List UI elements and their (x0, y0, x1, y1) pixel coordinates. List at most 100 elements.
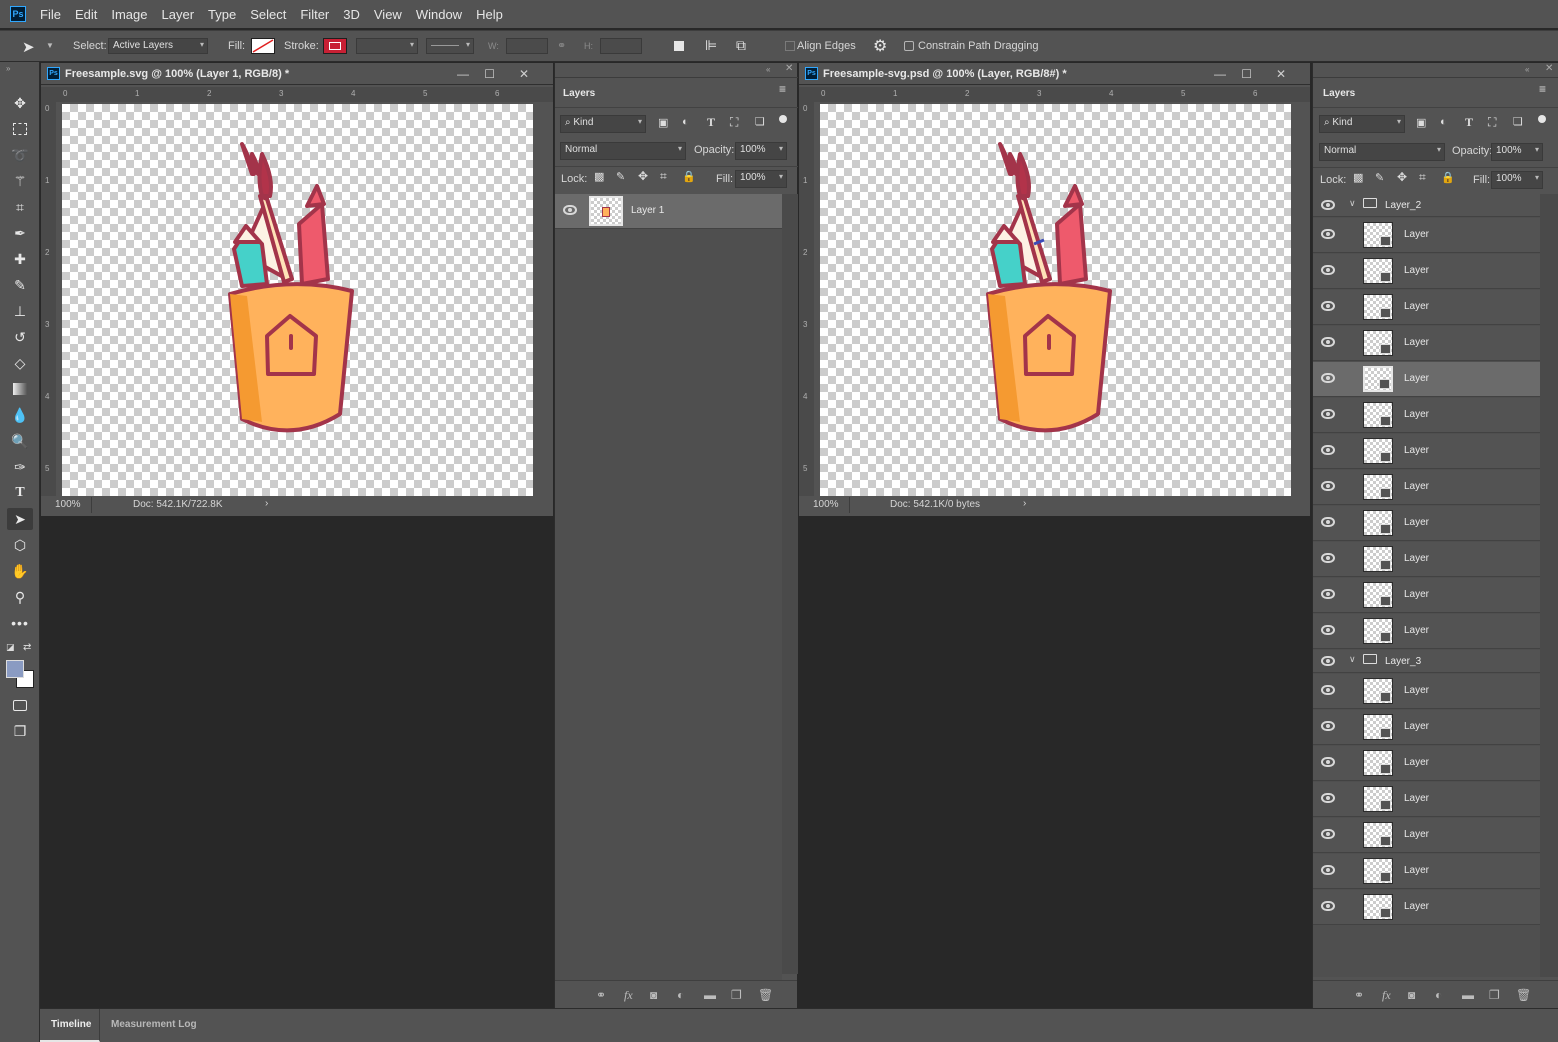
link-layers-icon[interactable]: ⚭ (1354, 988, 1364, 1002)
lasso-tool-icon[interactable]: ➰ (7, 144, 33, 166)
visibility-eye-icon[interactable] (563, 205, 577, 217)
delete-layer-icon[interactable]: 🗑 (1516, 988, 1531, 1002)
opacity-field[interactable]: 100% ▾ (1491, 143, 1543, 161)
visibility-eye-icon[interactable] (1321, 656, 1335, 668)
chevron-down-icon[interactable]: ∨ (1349, 654, 1356, 665)
add-mask-icon[interactable]: ◙ (1408, 988, 1415, 1002)
swap-colors-icon[interactable]: ⇄ (23, 642, 31, 653)
lock-pixels-icon[interactable]: ✎ (1375, 171, 1384, 184)
close-icon[interactable]: ✕ (1276, 67, 1286, 81)
blur-tool-icon[interactable]: 💧 (7, 404, 33, 426)
collapse-panel-icon[interactable]: « (1525, 65, 1529, 74)
new-layer-icon[interactable]: ❐ (731, 988, 742, 1002)
tab-layers[interactable]: Layers (1315, 81, 1364, 107)
pixel-filter-icon[interactable]: ▣ (1416, 116, 1426, 129)
visibility-eye-icon[interactable] (1321, 721, 1335, 733)
document-tab-2[interactable]: Ps Freesample-svg.psd @ 100% (Layer, RGB… (799, 63, 1310, 85)
menu-layer[interactable]: Layer (162, 7, 195, 22)
eraser-tool-icon[interactable]: ◇ (7, 352, 33, 374)
stroke-width-field[interactable]: ▾ (356, 38, 418, 54)
visibility-eye-icon[interactable] (1321, 589, 1335, 601)
visibility-eye-icon[interactable] (1321, 901, 1335, 913)
stroke-swatch[interactable] (323, 38, 347, 54)
path-selection-tool-icon[interactable]: ➤ (7, 508, 33, 530)
adjustment-filter-icon[interactable]: ◐ (682, 116, 689, 128)
layer-row[interactable]: Layer (1313, 782, 1540, 817)
layer-row[interactable]: Layer 1 (555, 194, 782, 229)
visibility-eye-icon[interactable] (1321, 553, 1335, 565)
visibility-eye-icon[interactable] (1321, 481, 1335, 493)
collapse-panel-icon[interactable]: » (6, 64, 10, 73)
lock-all-icon[interactable]: 🔒 (1441, 171, 1455, 184)
layer-row[interactable]: Layer (1313, 710, 1540, 745)
layer-group-row[interactable]: ∨ Layer_2 (1313, 194, 1540, 217)
menu-help[interactable]: Help (476, 7, 503, 22)
lock-position-icon[interactable]: ✥ (1397, 170, 1407, 184)
gradient-tool-icon[interactable] (7, 378, 33, 400)
quick-mask-icon[interactable] (7, 694, 33, 716)
height-field[interactable] (600, 38, 642, 54)
gear-icon[interactable]: ⚙ (873, 36, 887, 56)
magic-wand-tool-icon[interactable]: ⚚ (7, 170, 33, 192)
adjustment-layer-icon[interactable]: ◐ (1435, 988, 1442, 1002)
link-layers-icon[interactable]: ⚭ (596, 988, 606, 1002)
visibility-eye-icon[interactable] (1321, 409, 1335, 421)
delete-layer-icon[interactable]: 🗑 (758, 988, 773, 1002)
adjustment-filter-icon[interactable]: ◐ (1440, 116, 1447, 128)
type-filter-icon[interactable]: T (707, 115, 715, 130)
filter-toggle-icon[interactable] (1538, 115, 1546, 123)
add-mask-icon[interactable]: ◙ (650, 988, 657, 1002)
minimize-icon[interactable]: — (1214, 67, 1226, 81)
lock-transparent-icon[interactable]: ▩ (594, 170, 604, 183)
visibility-eye-icon[interactable] (1321, 829, 1335, 841)
new-group-icon[interactable]: ▬ (1462, 988, 1474, 1002)
path-operations-icon[interactable] (674, 41, 684, 51)
lock-all-icon[interactable]: 🔒 (682, 170, 696, 183)
filter-kind-dropdown[interactable]: ⌕ Kind ▾ (560, 115, 646, 133)
visibility-eye-icon[interactable] (1321, 625, 1335, 637)
type-filter-icon[interactable]: T (1465, 115, 1473, 130)
zoom-tool-icon[interactable]: ⚲ (7, 586, 33, 608)
smart-object-filter-icon[interactable]: ❏ (755, 115, 765, 128)
chevron-right-icon[interactable]: › (1023, 498, 1026, 509)
width-field[interactable] (506, 38, 548, 54)
menu-image[interactable]: Image (111, 7, 147, 22)
clone-stamp-tool-icon[interactable]: ⊥ (7, 300, 33, 322)
history-brush-tool-icon[interactable]: ↺ (7, 326, 33, 348)
menu-select[interactable]: Select (250, 7, 286, 22)
tool-preset-chevron-icon[interactable]: ▼ (46, 41, 54, 50)
select-dropdown[interactable]: Active Layers ▾ (108, 38, 208, 54)
opacity-field[interactable]: 100% ▾ (735, 142, 787, 160)
type-tool-icon[interactable]: T (7, 482, 33, 504)
new-layer-icon[interactable]: ❐ (1489, 988, 1500, 1002)
maximize-icon[interactable]: ☐ (1241, 67, 1252, 81)
shape-filter-icon[interactable]: ⛶ (1488, 115, 1496, 130)
canvas[interactable] (62, 104, 533, 496)
shape-tool-icon[interactable]: ⬡ (7, 534, 33, 556)
default-colors-icon[interactable]: ◪ (6, 642, 15, 653)
close-icon[interactable]: ✕ (519, 67, 529, 81)
zoom-level[interactable]: 100% (813, 499, 839, 510)
menu-file[interactable]: File (40, 7, 61, 22)
constrain-path-checkbox[interactable] (904, 41, 914, 51)
marquee-tool-icon[interactable] (7, 118, 33, 140)
menu-window[interactable]: Window (416, 7, 462, 22)
layer-row[interactable]: Layer (1313, 746, 1540, 781)
path-selection-tool-icon[interactable]: ➤ (22, 38, 35, 56)
visibility-eye-icon[interactable] (1321, 793, 1335, 805)
filter-toggle-icon[interactable] (779, 115, 787, 123)
layer-row[interactable]: Layer (1313, 578, 1540, 613)
tab-measurement-log[interactable]: Measurement Log (102, 1009, 212, 1042)
layer-row[interactable]: Layer (1313, 218, 1540, 253)
crop-tool-icon[interactable]: ⌗ (7, 196, 33, 218)
lock-transparent-icon[interactable]: ▩ (1353, 171, 1363, 184)
lock-pixels-icon[interactable]: ✎ (616, 170, 625, 183)
eyedropper-tool-icon[interactable]: ✒ (7, 222, 33, 244)
filter-kind-dropdown[interactable]: ⌕ Kind ▾ (1319, 115, 1405, 133)
menu-3d[interactable]: 3D (343, 7, 360, 22)
close-panel-icon[interactable]: ✕ (785, 63, 793, 74)
menu-edit[interactable]: Edit (75, 7, 97, 22)
fill-field[interactable]: 100% ▾ (1491, 171, 1543, 189)
layer-row[interactable]: Layer (1313, 890, 1540, 925)
brush-tool-icon[interactable]: ✎ (7, 274, 33, 296)
